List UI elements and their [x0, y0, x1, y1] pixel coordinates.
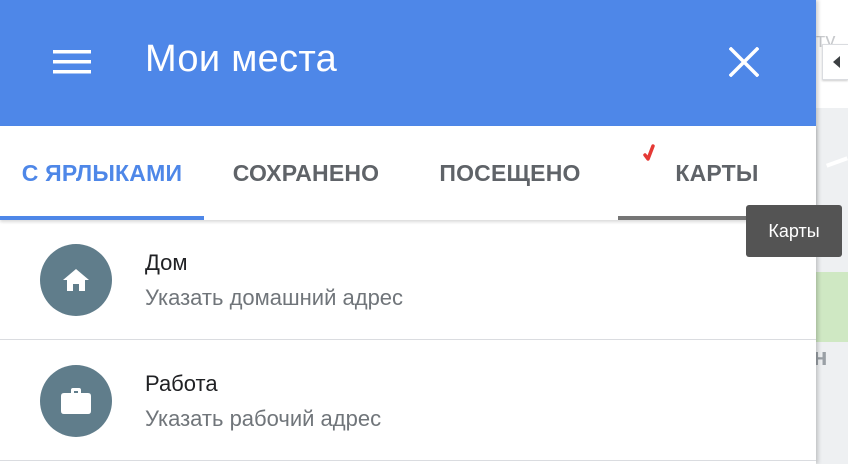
tab-label: ПОСЕЩЕНО	[439, 159, 581, 186]
list-item-home[interactable]: Дом Указать домашний адрес	[0, 220, 816, 340]
tab-visited[interactable]: ПОСЕЩЕНО	[408, 126, 612, 220]
list-item-subtitle: Указать домашний адрес	[145, 285, 404, 310]
menu-button[interactable]	[46, 38, 98, 86]
briefcase-icon-circle	[40, 365, 112, 437]
page-title: Мои места	[145, 38, 338, 80]
close-icon	[729, 47, 759, 77]
close-button[interactable]	[718, 36, 770, 88]
list-item-title: Работа	[145, 371, 218, 396]
list-item-title: Дом	[145, 250, 188, 275]
hamburger-menu-icon	[53, 50, 91, 74]
list-item-subtitle: Указать рабочий адрес	[145, 406, 382, 431]
triangle-left-icon	[832, 56, 840, 68]
mouse-cursor-icon	[643, 144, 655, 161]
map-park-area	[816, 272, 848, 342]
tab-saved[interactable]: СОХРАНЕНО	[204, 126, 408, 220]
home-icon-circle	[40, 244, 112, 316]
list-item-work[interactable]: Работа Указать рабочий адрес	[0, 341, 816, 461]
tab-label: СОХРАНЕНО	[232, 159, 380, 186]
tooltip: Карты	[746, 205, 842, 257]
panel-header: Мои места	[0, 0, 816, 126]
tab-label: КАРТЫ	[675, 159, 759, 186]
home-icon	[63, 269, 89, 291]
collapse-panel-button[interactable]	[822, 44, 848, 80]
briefcase-icon	[61, 388, 91, 414]
tab-labeled[interactable]: С ЯРЛЫКАМИ	[0, 126, 204, 220]
tab-label: С ЯРЛЫКАМИ	[21, 159, 183, 186]
my-places-panel: Мои места С ЯРЛЫКАМИ СОХРАНЕНО ПОСЕЩЕНО …	[0, 0, 816, 464]
tab-bar: С ЯРЛЫКАМИ СОХРАНЕНО ПОСЕЩЕНО КАРТЫ	[0, 126, 816, 220]
